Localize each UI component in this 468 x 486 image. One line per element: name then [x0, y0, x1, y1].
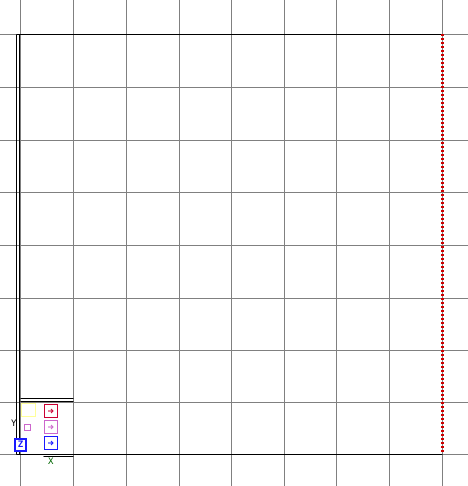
- axis-gizmo-blue-arrow-icon[interactable]: [44, 436, 58, 450]
- grid-canvas[interactable]: [0, 0, 468, 486]
- grid-lines-vertical: [20, 0, 443, 486]
- drawing-viewport[interactable]: Y X Z: [0, 0, 468, 486]
- axis-gizmo-magenta-box-icon[interactable]: [24, 424, 31, 431]
- grid-lines-horizontal: [0, 34, 468, 455]
- axis-x-label: X: [48, 457, 54, 467]
- axis-gizmo-red-arrow-icon[interactable]: [44, 404, 58, 418]
- axis-gizmo-magenta-arrow-icon[interactable]: [44, 420, 58, 434]
- axis-z-label: Z: [17, 440, 24, 450]
- axis-y-label: Y: [11, 419, 17, 429]
- axis-gizmo-yellow-box-icon[interactable]: [21, 403, 36, 417]
- axis-z-button[interactable]: Z: [14, 438, 27, 452]
- drawing-frame: [16, 34, 443, 455]
